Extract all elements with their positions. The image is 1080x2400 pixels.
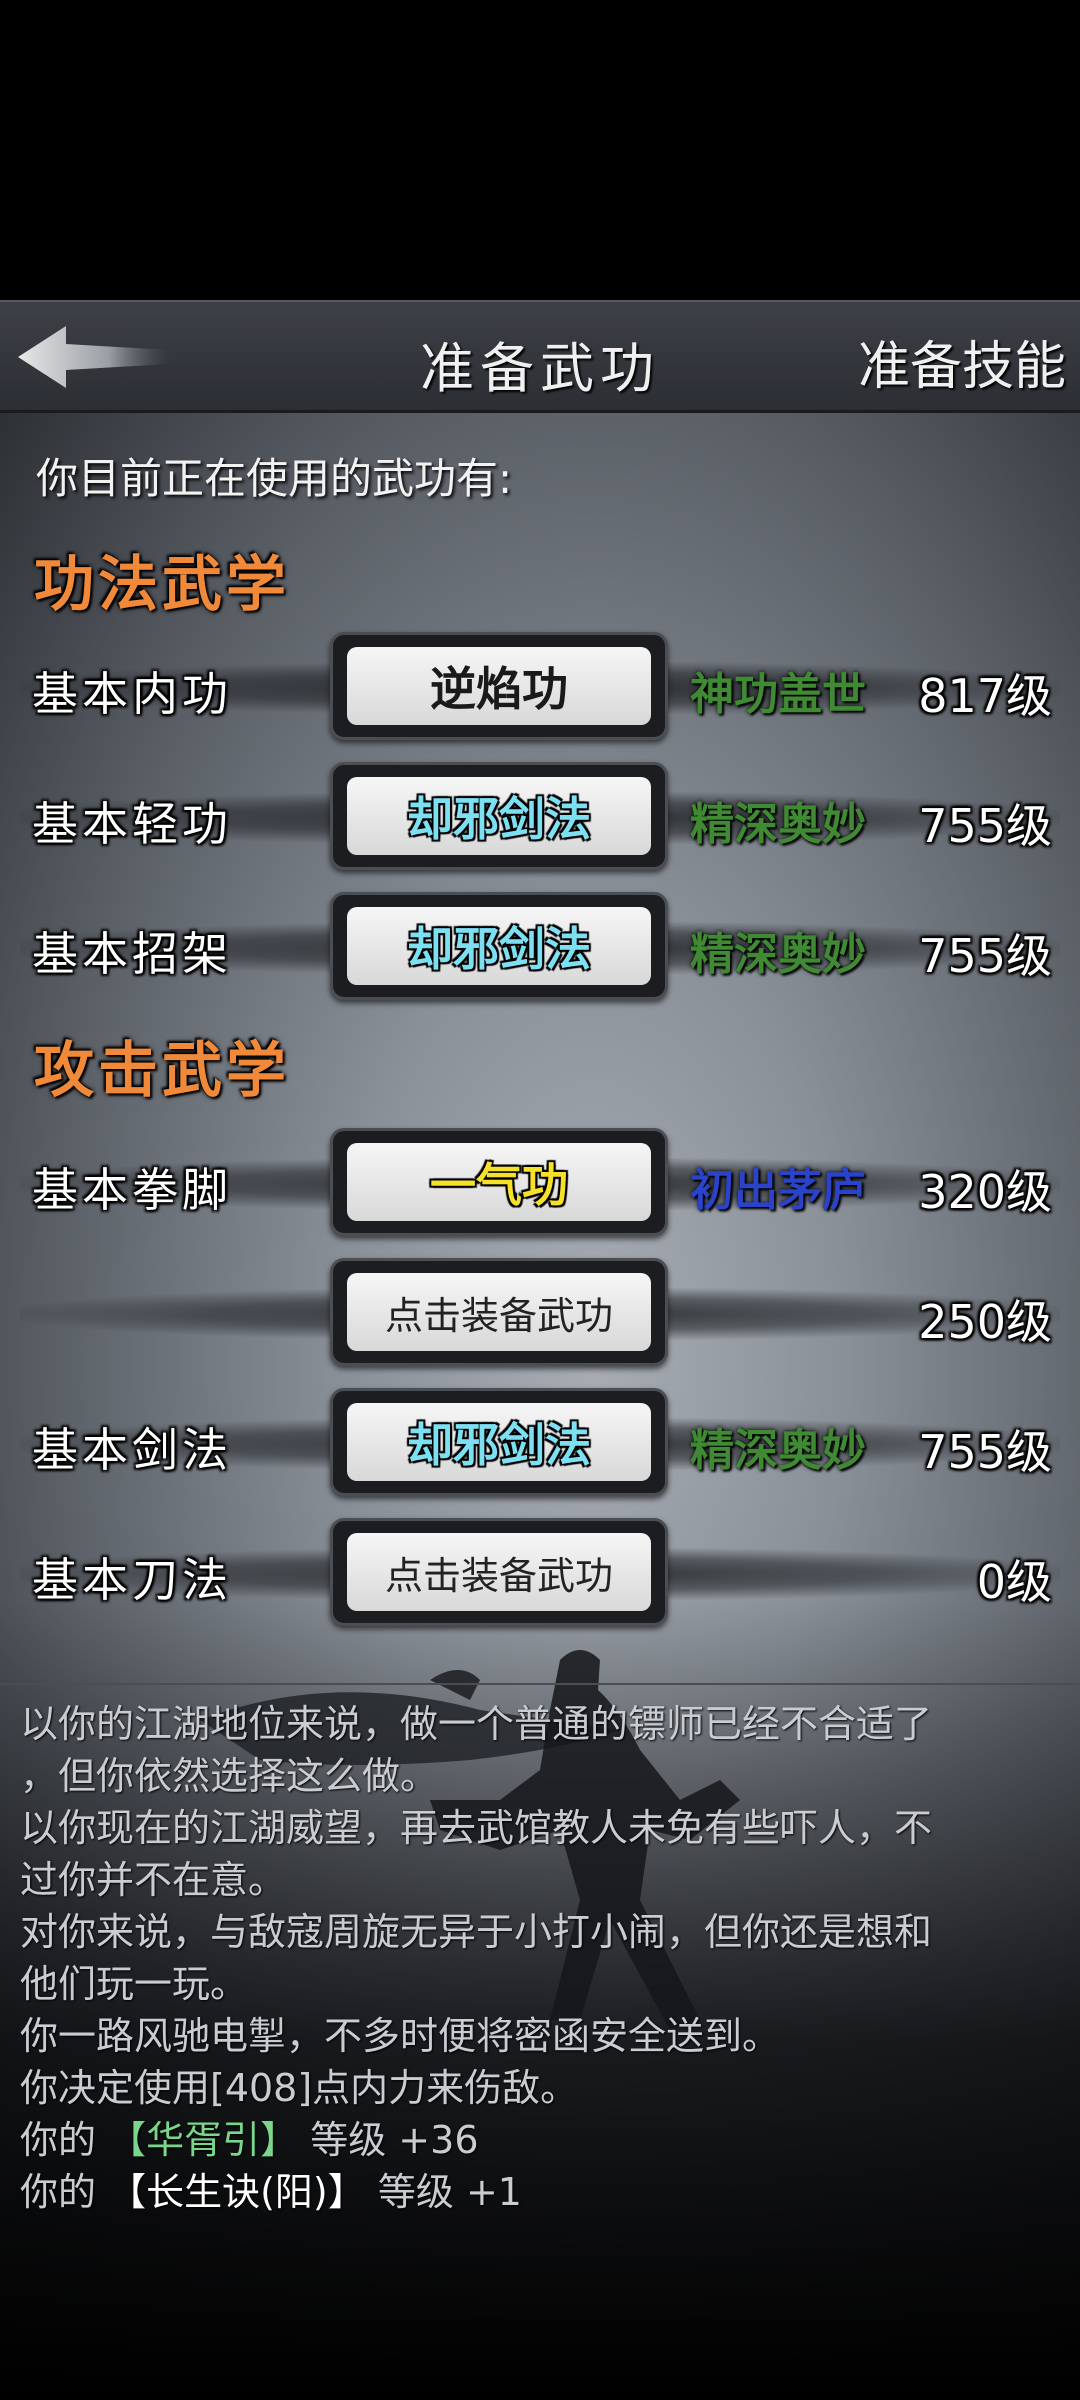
section-title-attack: 攻击武学 xyxy=(34,1036,290,1106)
equipped-skill-name: 逆焰功 xyxy=(347,647,651,725)
equipped-skill-name: 一气功 xyxy=(347,1143,651,1221)
log-skill-name: 【华胥引】 xyxy=(108,2118,299,2162)
skill-rank-label: 精深奥妙 xyxy=(690,799,866,850)
skill-slot-row: 基本招架 却邪剑法 精深奥妙 755级 xyxy=(0,892,1080,1002)
message-log: 以你的江湖地位来说，做一个普通的镖师已经不合适了 ，但你依然选择这么做。 以你现… xyxy=(0,1683,1080,2225)
log-line: 以你的江湖地位来说，做一个普通的镖师已经不合适了 xyxy=(20,1702,933,1746)
slot-category-label: 基本剑法 xyxy=(32,1423,232,1477)
skill-level: 755级 xyxy=(918,799,1052,853)
slot-category-label: 基本刀法 xyxy=(32,1553,232,1607)
equipped-skill-name: 点击装备武功 xyxy=(347,1533,651,1611)
skill-rank-label: 精深奥妙 xyxy=(690,1425,866,1476)
prepare-skills-tab[interactable]: 准备技能 xyxy=(858,324,1066,399)
skill-slot-row: 基本剑法 却邪剑法 精深奥妙 755级 xyxy=(0,1388,1080,1498)
equipped-skill-name: 却邪剑法 xyxy=(347,907,651,985)
log-line: 过你并不在意。 xyxy=(20,1858,287,1902)
equip-skill-button[interactable]: 逆焰功 xyxy=(330,632,668,740)
log-prefix: 你的 xyxy=(20,2170,97,2214)
section-title-methods: 功法武学 xyxy=(34,550,290,620)
log-line-gain: 你的 【长生诀(阳)】 等级 +1 xyxy=(20,2161,522,2216)
skill-slot-row: 点击装备武功 250级 xyxy=(0,1258,1080,1368)
log-line: 你一路风驰电掣，不多时便将密函安全送到。 xyxy=(20,2014,781,2058)
log-line: 他们玩一玩。 xyxy=(20,1962,249,2006)
slot-category-label: 基本内功 xyxy=(32,667,232,721)
log-suffix: 等级 +36 xyxy=(310,2118,479,2162)
slot-category-label: 基本招架 xyxy=(32,927,232,981)
skill-level: 755级 xyxy=(918,929,1052,983)
skill-slot-row: 基本拳脚 一气功 初出茅庐 320级 xyxy=(0,1128,1080,1238)
log-line-gain: 你的 【华胥引】 等级 +36 xyxy=(20,2109,479,2164)
skill-level: 755级 xyxy=(918,1425,1052,1479)
log-skill-name: 【长生诀(阳)】 xyxy=(108,2170,366,2214)
slot-category-label: 基本拳脚 xyxy=(32,1163,232,1217)
equip-skill-button[interactable]: 却邪剑法 xyxy=(330,762,668,870)
skill-rank-label: 初出茅庐 xyxy=(690,1165,866,1216)
log-line: 以你现在的江湖威望，再去武馆教人未免有些吓人，不 xyxy=(20,1806,933,1850)
skill-level: 320级 xyxy=(918,1165,1052,1219)
log-suffix: 等级 +1 xyxy=(377,2170,522,2214)
equip-skill-button[interactable]: 却邪剑法 xyxy=(330,1388,668,1496)
log-line: 你决定使用[408]点内力来伤敌。 xyxy=(20,2066,579,2110)
skill-slot-row: 基本轻功 却邪剑法 精深奥妙 755级 xyxy=(0,762,1080,872)
log-line: ，但你依然选择这么做。 xyxy=(20,1754,439,1798)
skill-level: 0级 xyxy=(976,1555,1052,1609)
skill-rank-label: 精深奥妙 xyxy=(690,929,866,980)
equip-skill-button[interactable]: 却邪剑法 xyxy=(330,892,668,1000)
log-prefix: 你的 xyxy=(20,2118,97,2162)
equip-skill-button[interactable]: 一气功 xyxy=(330,1128,668,1236)
equip-skill-button[interactable]: 点击装备武功 xyxy=(330,1518,668,1626)
equipped-skill-name: 却邪剑法 xyxy=(347,777,651,855)
skill-rank-label: 神功盖世 xyxy=(690,669,866,720)
top-bar: 准备武功 准备技能 xyxy=(0,300,1080,413)
skill-slot-row: 基本内功 逆焰功 神功盖世 817级 xyxy=(0,632,1080,742)
log-line: 对你来说，与敌寇周旋无异于小打小闹，但你还是想和 xyxy=(20,1910,933,1954)
equip-skill-button[interactable]: 点击装备武功 xyxy=(330,1258,668,1366)
intro-text: 你目前正在使用的武功有: xyxy=(36,454,513,503)
slot-category-label: 基本轻功 xyxy=(32,797,232,851)
skill-level: 817级 xyxy=(918,669,1052,723)
equipped-skill-name: 点击装备武功 xyxy=(347,1273,651,1351)
skill-level: 250级 xyxy=(918,1295,1052,1349)
skill-slot-row: 基本刀法 点击装备武功 0级 xyxy=(0,1518,1080,1628)
equipped-skill-name: 却邪剑法 xyxy=(347,1403,651,1481)
